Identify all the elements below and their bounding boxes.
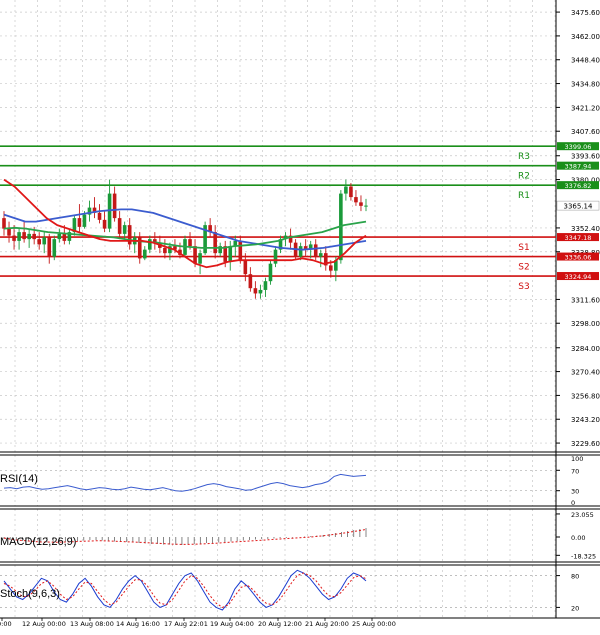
candle-body xyxy=(97,212,102,220)
macd-tick-label: 0.00 xyxy=(571,534,585,542)
candle-body xyxy=(228,246,233,262)
candle-body xyxy=(263,281,268,290)
x-tick-label: 20 Aug 12:00 xyxy=(258,620,302,628)
candle-body xyxy=(364,205,368,207)
candle-body xyxy=(193,246,197,264)
candle-body xyxy=(163,247,167,254)
candle-body xyxy=(248,274,253,289)
y-tick-label: 3284.00 xyxy=(571,345,600,353)
y-tick-label: 3434.80 xyxy=(571,81,600,89)
macd-tick-label: -18.325 xyxy=(571,552,596,560)
candle-body xyxy=(32,233,36,240)
last-price-label: 3365.14 xyxy=(564,203,593,211)
candle-body xyxy=(359,202,363,206)
stoch-tick-label: 80 xyxy=(571,573,579,581)
candle-body xyxy=(62,233,67,241)
candle-body xyxy=(268,263,273,282)
candle-body xyxy=(52,239,57,257)
candle-body xyxy=(47,237,52,257)
candle-body xyxy=(273,249,278,264)
candle-body xyxy=(344,186,348,194)
candle-body xyxy=(238,240,243,261)
y-tick-label: 3298.00 xyxy=(571,320,600,328)
y-tick-label: 3256.80 xyxy=(571,392,600,400)
y-tick-label: 3352.40 xyxy=(571,225,600,233)
candle-body xyxy=(318,253,323,257)
rsi-label: RSI(14) xyxy=(0,473,38,485)
candle-body xyxy=(12,235,16,241)
x-tick-label: 14 Aug 16:00 xyxy=(116,620,160,628)
level-price-label-s3: 3324.94 xyxy=(565,273,592,281)
candle-body xyxy=(112,193,117,219)
y-tick-label: 3407.60 xyxy=(571,128,600,136)
chart-root: 3475.60 3462.00 3448.40 3434.80 3421.20 3407.… xyxy=(0,0,600,630)
level-name-r3: R3 xyxy=(518,152,530,162)
x-tick-label: 12 Aug 00:00 xyxy=(22,620,66,628)
stoch-label: Stoch(9,6,3) xyxy=(0,588,60,600)
candle-body xyxy=(22,232,26,240)
candle-body xyxy=(7,228,11,236)
rsi-tick-label: 30 xyxy=(571,488,579,496)
candle-body xyxy=(17,232,21,241)
rsi-tick-label: 0 xyxy=(571,499,575,507)
y-tick-label: 3421.20 xyxy=(571,104,600,112)
y-tick-label: 3393.60 xyxy=(571,153,600,161)
level-name-r2: R2 xyxy=(518,172,530,182)
y-tick-label: 3448.40 xyxy=(571,57,600,65)
x-tick-label: 0:00 xyxy=(0,620,12,628)
candle-body xyxy=(102,219,107,229)
candle-body xyxy=(42,237,47,245)
candle-body xyxy=(253,288,258,294)
candle-body xyxy=(82,214,87,227)
candle-body xyxy=(77,218,82,227)
y-tick-label: 3311.60 xyxy=(571,296,600,304)
candle-body xyxy=(243,260,248,275)
level-name-s2: S2 xyxy=(518,263,529,273)
candle-body xyxy=(122,225,127,234)
y-tick-label: 3475.60 xyxy=(571,9,600,17)
candle-body xyxy=(258,289,263,294)
candle-body xyxy=(27,233,31,240)
y-tick-label: 3270.40 xyxy=(571,369,600,377)
level-name-s1: S1 xyxy=(518,243,529,253)
level-price-label-r3: 3399.06 xyxy=(565,143,592,151)
x-tick-label: 25 Aug 00:00 xyxy=(352,620,396,628)
level-price-label-s1: 3347.18 xyxy=(565,234,592,242)
y-tick-label: 3229.60 xyxy=(571,440,600,448)
macd-tick-label: 23.055 xyxy=(571,511,594,519)
y-tick-label: 3462.00 xyxy=(571,33,600,41)
rsi-tick-label: 70 xyxy=(571,467,579,475)
macd-label: MACD(12,26,9) xyxy=(0,536,76,548)
x-tick-label: 13 Aug 08:00 xyxy=(70,620,114,628)
level-price-label-r1: 3376.82 xyxy=(565,182,592,190)
x-tick-label: 19 Aug 04:00 xyxy=(210,620,254,628)
candle-body xyxy=(329,265,333,271)
candle-body xyxy=(37,239,41,245)
candle-body xyxy=(188,239,192,247)
candle-body xyxy=(57,233,62,240)
candle-body xyxy=(349,186,353,198)
candle-body xyxy=(198,253,202,264)
x-tick-label: 17 Aug 22:01 xyxy=(164,620,208,628)
stoch-tick-label: 20 xyxy=(571,604,579,612)
level-name-s3: S3 xyxy=(518,282,529,292)
candle-body xyxy=(117,218,122,234)
candle-body xyxy=(148,239,152,250)
level-name-r1: R1 xyxy=(518,191,530,201)
level-price-label-s2: 3336.06 xyxy=(565,253,592,261)
candle-body xyxy=(142,249,147,259)
x-tick-label: 21 Aug 20:00 xyxy=(305,620,349,628)
candle-body xyxy=(2,218,6,229)
candle-body xyxy=(354,197,358,203)
candle-body xyxy=(213,232,217,254)
level-price-label-r2: 3387.94 xyxy=(565,162,592,170)
candle-body xyxy=(313,244,318,257)
rsi-tick-label: 100 xyxy=(571,455,583,463)
chart-canvas: 3475.60 3462.00 3448.40 3434.80 3421.20 3407.… xyxy=(0,0,600,630)
y-tick-label: 3243.20 xyxy=(571,416,600,424)
candle-body xyxy=(298,246,303,257)
